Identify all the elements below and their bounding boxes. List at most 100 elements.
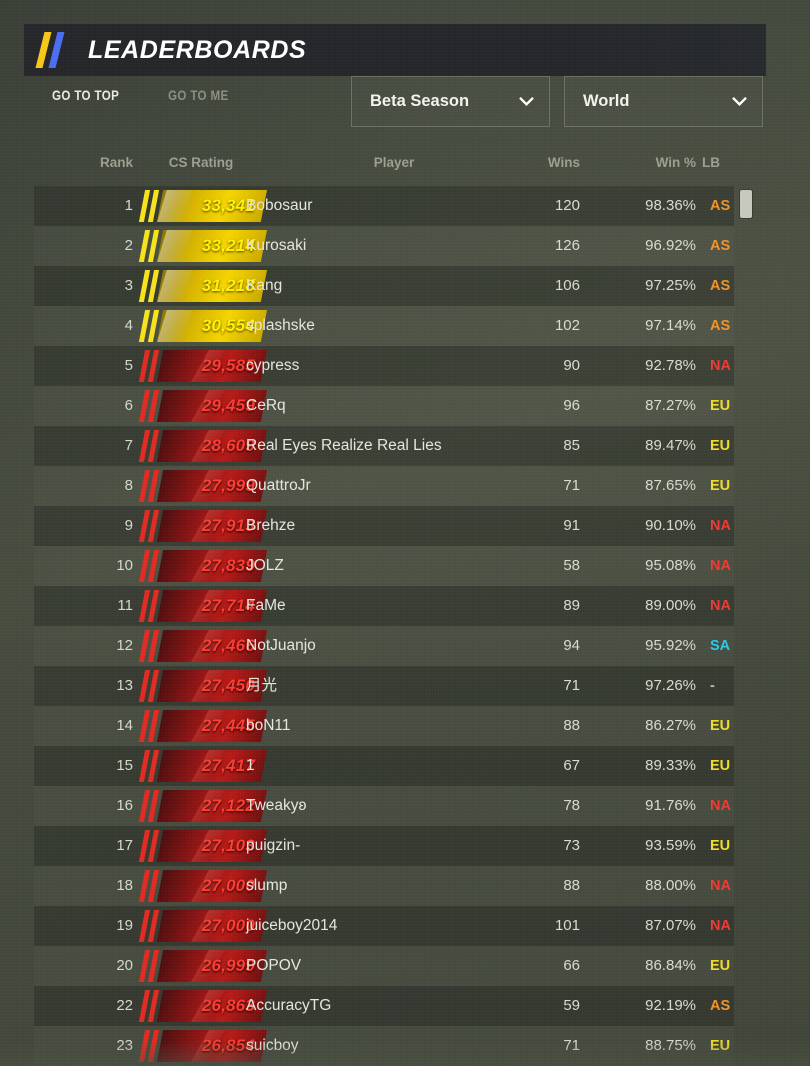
table-row[interactable]: 12 27,466 NotJuanjo 94 95.92% SA xyxy=(34,626,734,666)
win-pct-value: 89.33% xyxy=(645,757,696,774)
player-name: boN11 xyxy=(246,717,291,734)
player-name: POPOV xyxy=(246,957,302,974)
player-name: FaMe xyxy=(246,597,286,614)
region-badge: NA xyxy=(710,518,731,534)
player-name: splashske xyxy=(246,317,315,334)
table-row[interactable]: 10 27,839 JOLZ 58 95.08% NA xyxy=(34,546,734,586)
win-pct-value: 95.92% xyxy=(645,637,696,654)
region-dropdown[interactable]: World xyxy=(564,76,763,127)
region-badge: EU xyxy=(710,838,731,854)
table-row[interactable]: 5 29,585 cypress 90 92.78% NA xyxy=(34,346,734,386)
chevron-down-icon xyxy=(731,93,748,110)
rank-value: 11 xyxy=(117,597,133,614)
region-badge: EU xyxy=(710,478,731,494)
player-name: CeRq xyxy=(246,397,286,414)
column-header-rating: CS Rating xyxy=(168,155,234,170)
table-row[interactable]: 7 28,609 Real Eyes Realize Real Lies 85 89.4… xyxy=(34,426,734,466)
table-row[interactable]: 13 27,450 月光 71 97.26% - xyxy=(34,666,734,706)
table-row[interactable]: 20 26,999 POPOV 66 86.84% EU xyxy=(34,946,734,986)
wins-value: 102 xyxy=(554,317,580,334)
region-badge: NA xyxy=(710,918,731,934)
wins-value: 120 xyxy=(554,197,580,214)
region-badge: EU xyxy=(710,398,731,414)
win-pct-value: 91.76% xyxy=(645,797,696,814)
season-dropdown-label: Beta Season xyxy=(370,92,470,110)
logo-bar-blue xyxy=(48,32,65,68)
rank-value: 19 xyxy=(116,917,133,934)
scrollbar-track[interactable] xyxy=(740,186,754,1066)
region-badge: AS xyxy=(710,238,731,254)
table-row[interactable]: 1 33,341 Bobosaur 120 98.36% AS xyxy=(34,186,734,226)
player-name: 月光 xyxy=(246,677,278,694)
rank-value: 9 xyxy=(124,517,133,534)
table-row[interactable]: 6 29,459 CeRq 96 87.27% EU xyxy=(34,386,734,426)
column-header-lb: LB xyxy=(702,155,720,170)
win-pct-value: 98.36% xyxy=(645,197,696,214)
wins-value: 73 xyxy=(563,837,580,854)
chevron-down-icon xyxy=(518,93,535,110)
table-row[interactable]: 14 27,445 boN11 88 86.27% EU xyxy=(34,706,734,746)
go-to-top-button[interactable]: GO TO TOP xyxy=(52,88,119,103)
season-dropdown[interactable]: Beta Season xyxy=(351,76,550,127)
go-to-me-button[interactable]: GO TO ME xyxy=(168,88,229,103)
table-row[interactable]: 9 27,913 Brehze 91 90.10% NA xyxy=(34,506,734,546)
table-row[interactable]: 18 27,000 slump 88 88.00% NA xyxy=(34,866,734,906)
player-name: Kang xyxy=(246,277,283,294)
wins-value: 90 xyxy=(563,357,580,374)
table-row[interactable]: 8 27,999 QuattroJr 71 87.65% EU xyxy=(34,466,734,506)
region-badge: AS xyxy=(710,998,731,1014)
win-pct-value: 87.27% xyxy=(645,397,696,414)
column-header-player: Player xyxy=(373,155,415,170)
wins-value: 126 xyxy=(554,237,580,254)
player-name: AccuracyTG xyxy=(246,997,332,1014)
win-pct-value: 86.27% xyxy=(645,717,696,734)
rank-value: 8 xyxy=(124,477,133,494)
region-badge: SA xyxy=(710,638,731,654)
column-header-rank: Rank xyxy=(99,155,133,170)
rank-value: 7 xyxy=(124,437,133,454)
player-name: Bobosaur xyxy=(246,197,313,214)
table-row[interactable]: 2 33,214 Kurosaki 126 96.92% AS xyxy=(34,226,734,266)
wins-value: 94 xyxy=(563,637,580,654)
table-row[interactable]: 19 27,000 juiceboy2014 101 87.07% NA xyxy=(34,906,734,946)
rank-value: 6 xyxy=(124,397,133,414)
table-row[interactable]: 3 31,218 Kang 106 97.25% AS xyxy=(34,266,734,306)
rank-value: 22 xyxy=(116,997,133,1014)
table-row[interactable]: 17 27,103 puigzin- 73 93.59% EU xyxy=(34,826,734,866)
leaderboard-rows[interactable]: 1 33,341 Bobosaur 120 98.36% AS 2 33,214 Kurosak… xyxy=(34,186,734,1066)
region-badge: NA xyxy=(710,798,731,814)
player-name: 1 xyxy=(246,757,255,774)
win-pct-value: 92.78% xyxy=(645,357,696,374)
player-name: slump xyxy=(246,877,288,894)
scrollbar-thumb[interactable] xyxy=(740,190,752,218)
column-header-win-pct: Win % xyxy=(655,155,696,170)
table-row[interactable]: 15 27,417 1 67 89.33% EU xyxy=(34,746,734,786)
player-name: Kurosaki xyxy=(246,237,307,254)
player-name: Real Eyes Realize Real Lies xyxy=(246,437,442,454)
region-badge: NA xyxy=(710,878,731,894)
nav-links: GO TO TOP GO TO ME xyxy=(52,88,239,103)
region-badge: EU xyxy=(710,718,731,734)
table-row[interactable]: 23 26,854 suicboy 71 88.75% EU xyxy=(34,1026,734,1066)
wins-value: 71 xyxy=(563,1037,580,1054)
rank-value: 15 xyxy=(116,757,133,774)
wins-value: 88 xyxy=(563,717,580,734)
player-name: puigzin- xyxy=(246,837,301,854)
wins-value: 89 xyxy=(563,597,580,614)
win-pct-value: 86.84% xyxy=(645,957,696,974)
wins-value: 85 xyxy=(563,437,580,454)
table-row[interactable]: 16 27,122 Tweakyʚ 78 91.76% NA xyxy=(34,786,734,826)
table-row[interactable]: 4 30,554 splashske 102 97.14% AS xyxy=(34,306,734,346)
table-row[interactable]: 22 26,863 AccuracyTG 59 92.19% AS xyxy=(34,986,734,1026)
rank-value: 10 xyxy=(116,557,133,574)
player-name: suicboy xyxy=(246,1037,299,1054)
rank-value: 23 xyxy=(116,1037,133,1054)
rank-value: 16 xyxy=(116,797,133,814)
wins-value: 106 xyxy=(554,277,580,294)
wins-value: 71 xyxy=(563,677,580,694)
wins-value: 78 xyxy=(563,797,580,814)
win-pct-value: 88.75% xyxy=(645,1037,696,1054)
rank-value: 1 xyxy=(124,197,133,214)
win-pct-value: 87.07% xyxy=(645,917,696,934)
table-row[interactable]: 11 27,714 FaMe 89 89.00% NA xyxy=(34,586,734,626)
